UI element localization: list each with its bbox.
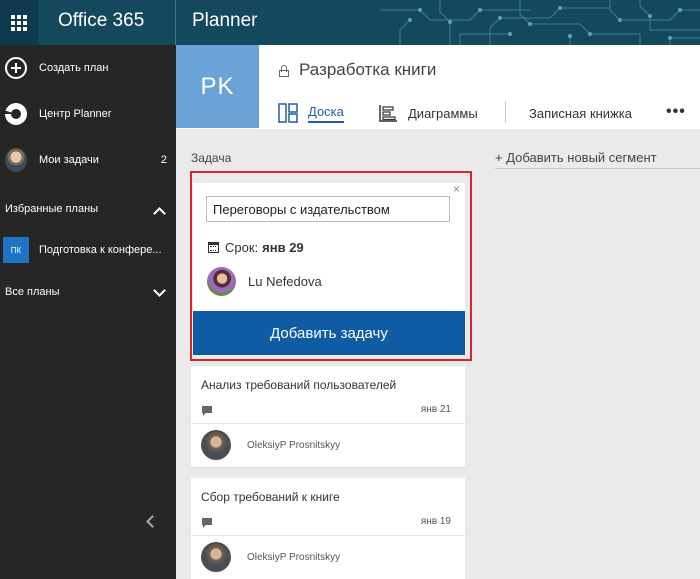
tab-label: Диаграммы bbox=[408, 105, 478, 121]
comment-icon bbox=[202, 518, 212, 528]
assignee-name: OleksiyP Prosnitskyy bbox=[247, 551, 341, 563]
due-value: янв 29 bbox=[262, 240, 304, 255]
top-bar: Office 365 Planner bbox=[0, 0, 700, 45]
favorites-heading: Избранные планы bbox=[5, 203, 99, 215]
bucket-title[interactable]: Задача bbox=[191, 151, 231, 165]
lock-icon bbox=[279, 65, 289, 77]
tab-board[interactable]: Доска bbox=[278, 100, 344, 126]
hub-icon bbox=[5, 103, 27, 125]
sidebar-item-planner-hub[interactable]: Центр Planner bbox=[0, 96, 176, 132]
collapse-sidebar-icon[interactable] bbox=[146, 515, 159, 528]
close-icon[interactable]: × bbox=[453, 182, 460, 196]
sidebar-item-label: Центр Planner bbox=[39, 108, 112, 120]
assignee-name: Lu Nefedova bbox=[248, 274, 322, 289]
plan-badge: ПК bbox=[3, 237, 29, 263]
topbar-divider bbox=[175, 0, 176, 45]
avatar bbox=[201, 430, 231, 460]
brand-title[interactable]: Office 365 bbox=[58, 10, 144, 32]
sidebar-item-label: Подготовка к конфере... bbox=[39, 244, 162, 256]
all-plans-heading[interactable]: Все планы bbox=[5, 286, 59, 298]
avatar bbox=[201, 542, 231, 572]
plan-title[interactable]: Разработка книги bbox=[299, 60, 436, 80]
calendar-icon bbox=[208, 242, 219, 253]
tab-notebook[interactable]: Записная книжка bbox=[529, 100, 632, 126]
task-assignee: OleksiyP Prosnitskyy bbox=[201, 542, 340, 572]
comment-icon bbox=[202, 406, 212, 416]
assignee-name: OleksiyP Prosnitskyy bbox=[247, 439, 341, 451]
header-divider bbox=[505, 101, 506, 123]
sidebar-item-create-plan[interactable]: Создать план bbox=[0, 50, 176, 86]
waffle-icon bbox=[11, 14, 27, 31]
due-label: Срок: bbox=[225, 240, 259, 255]
add-bucket-underline bbox=[495, 168, 700, 169]
add-bucket-button[interactable]: + Добавить новый сегмент bbox=[495, 150, 657, 165]
app-launcher-button[interactable] bbox=[0, 0, 38, 45]
board-icon bbox=[278, 103, 298, 123]
tab-label: Доска bbox=[308, 104, 344, 123]
sidebar: Создать план Центр Planner Мои задачи 2 … bbox=[0, 45, 176, 579]
avatar bbox=[5, 148, 27, 172]
plus-circle-icon bbox=[5, 57, 27, 79]
task-date: янв 19 bbox=[420, 516, 451, 527]
task-assignee: OleksiyP Prosnitskyy bbox=[201, 430, 340, 460]
task-name-input[interactable] bbox=[206, 196, 450, 222]
due-date[interactable]: Срок: янв 29 bbox=[208, 240, 304, 255]
chevron-down-icon[interactable] bbox=[153, 284, 166, 297]
more-options-icon[interactable]: ••• bbox=[666, 103, 686, 121]
sidebar-item-label: Создать план bbox=[39, 62, 109, 74]
app-name[interactable]: Planner bbox=[192, 10, 258, 32]
tab-label: Записная книжка bbox=[529, 105, 632, 121]
task-title: Анализ требований пользователей bbox=[201, 378, 397, 392]
sidebar-item-my-tasks[interactable]: Мои задачи 2 bbox=[0, 142, 176, 178]
tab-charts[interactable]: Диаграммы bbox=[378, 100, 478, 126]
card-divider bbox=[191, 423, 465, 424]
charts-icon bbox=[379, 105, 397, 122]
plan-tile: PK bbox=[176, 45, 259, 128]
header-circuit-pattern bbox=[380, 0, 700, 45]
task-date: янв 21 bbox=[420, 404, 451, 415]
sidebar-item-label: Мои задачи bbox=[39, 154, 99, 166]
card-divider bbox=[191, 535, 465, 536]
task-card[interactable]: Анализ требований пользователей янв 21 O… bbox=[191, 366, 465, 467]
task-title: Сбор требований к книге bbox=[201, 490, 340, 504]
add-task-button[interactable]: Добавить задачу bbox=[193, 311, 465, 355]
task-count-badge: 2 bbox=[160, 154, 167, 166]
avatar bbox=[207, 267, 236, 296]
assignee[interactable]: Lu Nefedova bbox=[207, 267, 322, 296]
chevron-up-icon[interactable] bbox=[153, 207, 166, 220]
sidebar-item-favorite-plan[interactable]: ПК Подготовка к конфере... bbox=[0, 232, 176, 268]
task-card[interactable]: Сбор требований к книге янв 19 OleksiyP … bbox=[191, 478, 465, 579]
